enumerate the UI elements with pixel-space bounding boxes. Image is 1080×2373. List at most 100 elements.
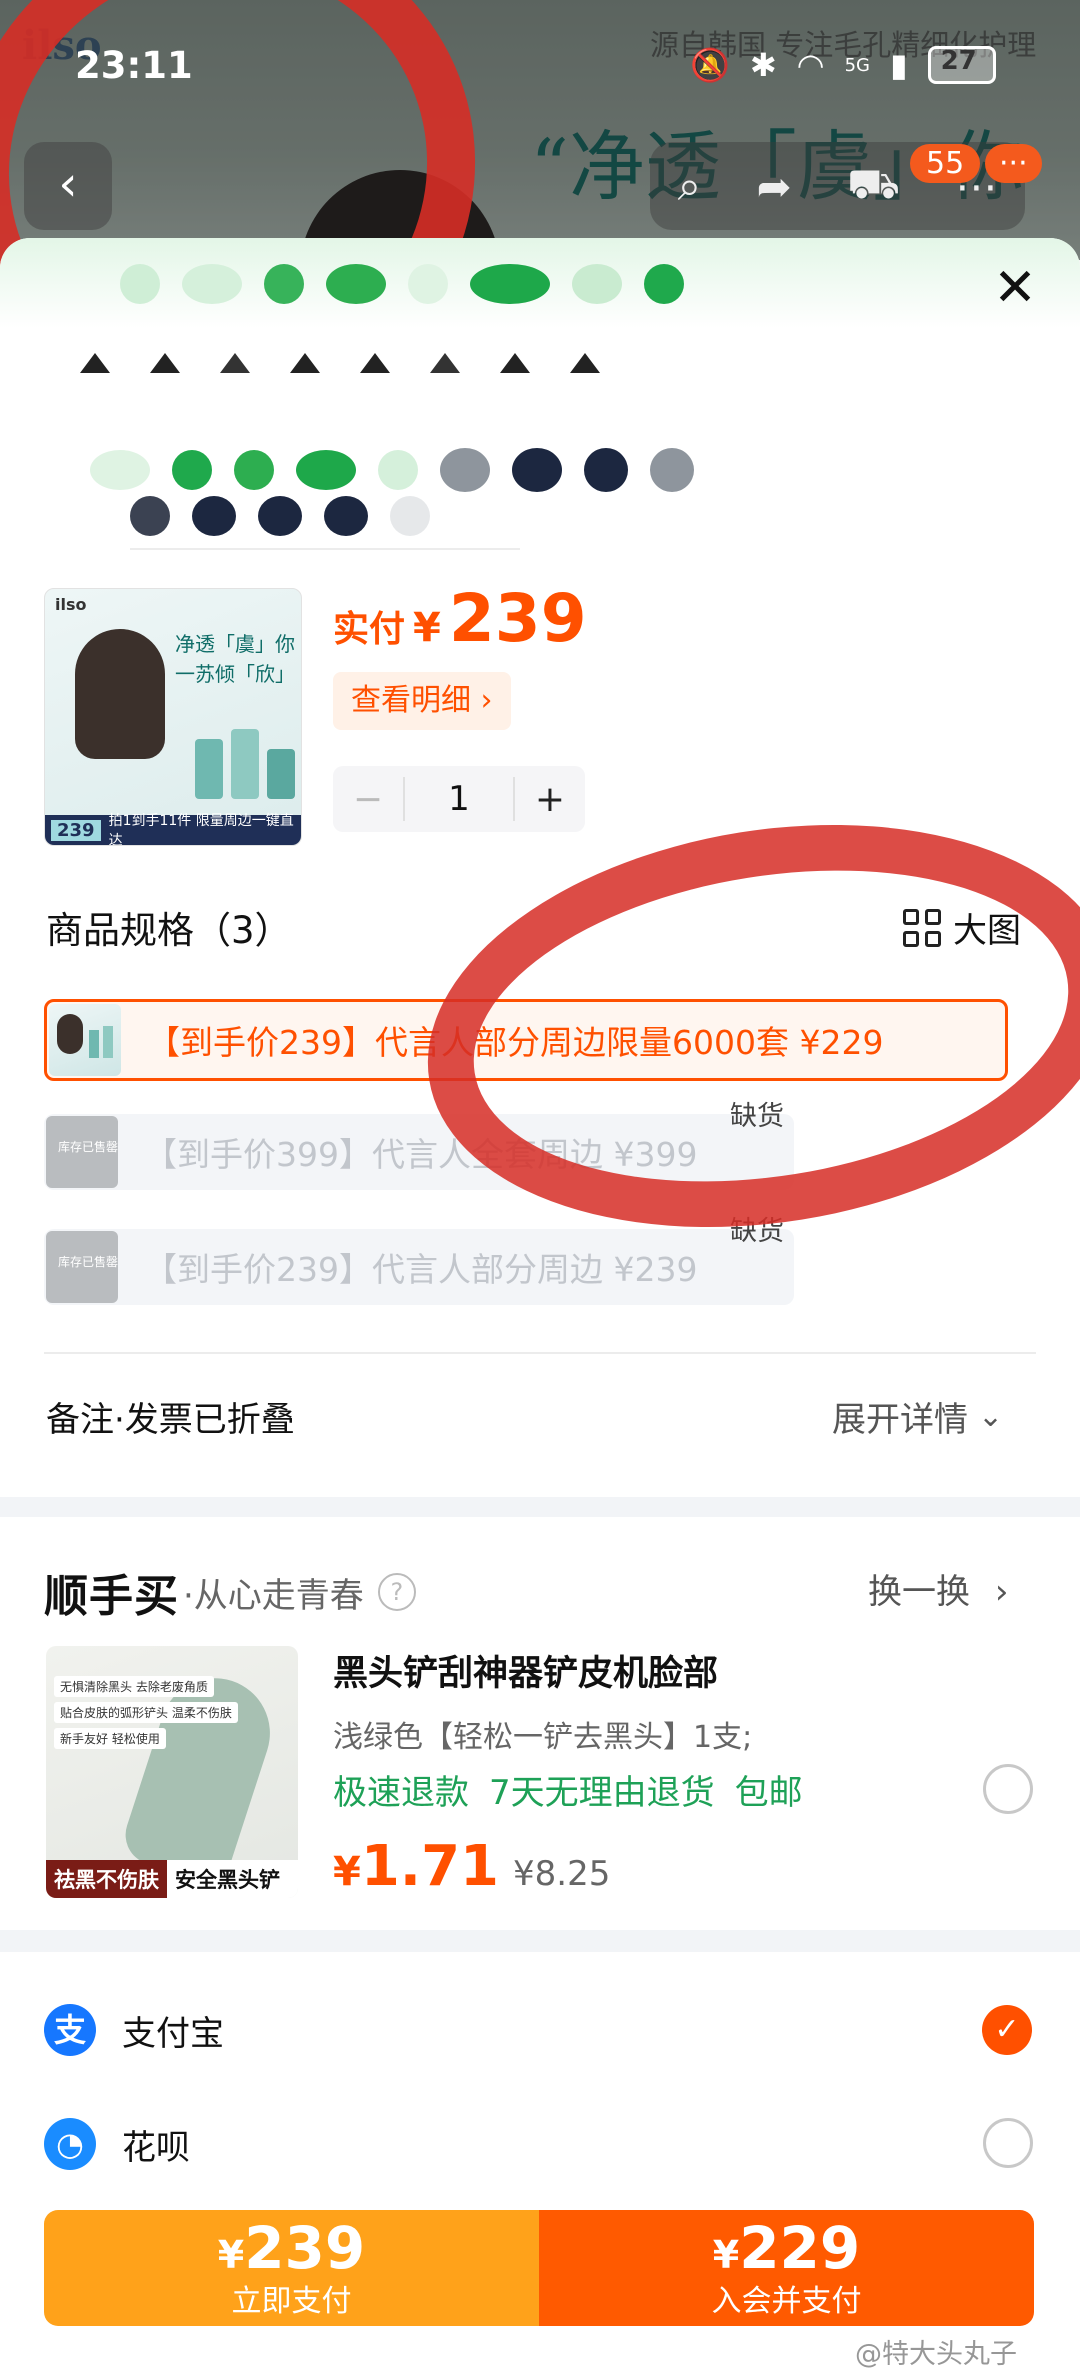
sku-thumbnail: 库存已售罄	[46, 1231, 118, 1303]
bluetooth-icon: ✱	[749, 46, 777, 84]
addon-product-name[interactable]: 黑头铲刮神器铲皮机脸部	[333, 1645, 718, 1696]
shunshoumai-header: 顺手买 ·从心走青春 ?	[44, 1560, 416, 1624]
battery-icon: 27	[927, 46, 996, 84]
thumb-model	[75, 629, 165, 759]
status-icons: 🔕 ✱ ◠ 5G ▮ 27	[690, 46, 996, 84]
payment-method-label: 支付宝	[122, 2013, 224, 2054]
battery-level: 27	[940, 46, 977, 76]
service-tag: 极速退款	[333, 1773, 469, 1813]
pay-button-bar: ¥239 立即支付 ¥229 入会并支付	[44, 2210, 1034, 2326]
chevron-right-icon: ›	[994, 1572, 1009, 1612]
obscured-text-row	[80, 353, 600, 373]
obscured-text-row	[120, 264, 684, 304]
obscured-text-row	[90, 448, 694, 492]
close-icon[interactable]: ✕	[985, 258, 1045, 318]
expand-details-button[interactable]: 展开详情 ⌄	[832, 1392, 1003, 1441]
join-and-pay-button[interactable]: ¥229 入会并支付	[539, 2210, 1034, 2326]
thumb-bottle	[195, 739, 223, 799]
thumb-banner-right: 安全黑头铲	[167, 1860, 298, 1898]
divider	[44, 1352, 1036, 1354]
paid-amount: 实付 ¥ 239	[333, 580, 587, 657]
sku-option-selected[interactable]: 【到手价239】代言人部分周边限量6000套 ¥229	[44, 999, 1008, 1081]
out-of-stock-badge: 缺货	[730, 1216, 784, 1247]
help-icon[interactable]: ?	[377, 1573, 416, 1611]
paid-currency: ¥	[413, 605, 441, 651]
decrease-button[interactable]: −	[333, 779, 403, 820]
share-icon[interactable]: ➦	[757, 162, 792, 211]
sku-thumbnail: 库存已售罄	[46, 1116, 118, 1188]
chevron-down-icon: ⌄	[978, 1399, 1004, 1434]
addon-product-thumbnail[interactable]: 无惧清除黑头 去除老废角质 贴合皮肤的弧形铲头 温柔不伤肤 新手友好 轻松使用 …	[46, 1646, 298, 1898]
section-gap	[0, 1497, 1080, 1517]
quantity-stepper: − 1 +	[333, 766, 585, 832]
swap-label: 换一换	[868, 1572, 970, 1612]
huabei-radio[interactable]	[983, 2118, 1033, 2168]
service-tag: 7天无理由退货	[489, 1773, 715, 1813]
sku-label: 【到手价239】代言人部分周边 ¥239	[144, 1250, 698, 1289]
addon-price-value: 1.71	[360, 1834, 500, 1899]
shunshoumai-logo: 顺手买	[44, 1571, 179, 1622]
blackhead-tool-image	[117, 1663, 285, 1889]
thumb-point: 无惧清除黑头 去除老废角质	[54, 1676, 214, 1697]
huabei-icon: ◔	[44, 2118, 96, 2170]
product-thumbnail[interactable]: ilso 净透「虞」你 一苏倾「欣」 239 拍1到手11件 限量周边一键直达	[44, 588, 302, 846]
shunshoumai-slogan: ·从心走青春	[183, 1575, 364, 1616]
thumb-promo: 拍1到手11件 限量周边一键直达	[108, 813, 294, 846]
addon-price: ¥ 1.71 ¥8.25	[333, 1834, 610, 1899]
weibo-watermark: @特大头丸子	[855, 2339, 1017, 2370]
cart-icon[interactable]: ⛟	[847, 159, 900, 214]
join-pay-label: 入会并支付	[711, 2283, 862, 2319]
addon-price-symbol: ¥	[333, 1849, 361, 1895]
addon-select-radio[interactable]	[983, 1764, 1033, 1814]
view-details-button[interactable]: 查看明细 ›	[333, 672, 511, 730]
thumb-price: 239	[51, 819, 101, 841]
thumb-logo: ilso	[55, 595, 87, 614]
cart-count-badge: 55	[910, 144, 981, 183]
thumb-bottle	[267, 749, 295, 799]
mute-icon: 🔕	[690, 46, 730, 84]
alipay-selected-radio[interactable]: ✓	[982, 2005, 1032, 2055]
signal-icon: ▮	[889, 46, 908, 84]
grid-icon	[903, 908, 941, 947]
obscured-text-row	[130, 496, 430, 536]
payment-method-alipay[interactable]: 支 支付宝	[44, 2004, 224, 2056]
addon-product-sku: 浅绿色【轻松一铲去黑头】1支;	[333, 1720, 753, 1755]
service-tag: 包邮	[734, 1773, 803, 1813]
sold-out-tag: 库存已售罄	[58, 1140, 118, 1154]
big-picture-toggle[interactable]: 大图	[903, 903, 1021, 952]
section-gap	[0, 1930, 1080, 1952]
paid-value: 239	[448, 580, 587, 657]
thumb-bottle	[231, 729, 259, 799]
spec-title: 商品规格（3）	[46, 909, 292, 952]
big-picture-label: 大图	[953, 911, 1021, 951]
addon-original-price: ¥8.25	[513, 1854, 611, 1894]
addon-service-tags: 极速退款 7天无理由退货 包邮	[333, 1765, 803, 1814]
out-of-stock-badge: 缺货	[730, 1101, 784, 1132]
sku-label: 【到手价239】代言人部分周边限量6000套 ¥229	[147, 1023, 884, 1062]
wifi-icon: ◠	[796, 46, 825, 84]
payment-method-huabei[interactable]: ◔ 花呗	[44, 2118, 190, 2170]
divider	[130, 548, 520, 550]
remark-invoice-label: 备注·发票已折叠	[46, 1400, 295, 1440]
increase-button[interactable]: +	[515, 779, 585, 820]
pay-now-price: ¥239	[217, 2213, 366, 2282]
more-badge: ···	[985, 144, 1042, 183]
sku-option-out-of-stock[interactable]: 库存已售罄 【到手价399】代言人全套周边 ¥399	[44, 1114, 794, 1190]
alipay-icon: 支	[44, 2004, 96, 2056]
thumb-point: 贴合皮肤的弧形铲头 温柔不伤肤	[54, 1702, 238, 1723]
swap-button[interactable]: 换一换 ›	[868, 1564, 1008, 1613]
thumb-banner-left: 祛黑不伤肤	[46, 1860, 167, 1898]
thumb-point: 新手友好 轻松使用	[54, 1728, 166, 1749]
search-icon[interactable]: ⌕	[678, 161, 702, 211]
pay-now-button[interactable]: ¥239 立即支付	[44, 2210, 539, 2326]
quantity-value[interactable]: 1	[403, 777, 515, 821]
sku-thumbnail	[49, 1004, 121, 1076]
sold-out-tag: 库存已售罄	[58, 1255, 118, 1269]
join-pay-price: ¥229	[712, 2213, 861, 2282]
paid-label: 实付	[333, 609, 406, 650]
sku-option-out-of-stock[interactable]: 库存已售罄 【到手价239】代言人部分周边 ¥239	[44, 1229, 794, 1305]
payment-method-label: 花呗	[122, 2127, 190, 2168]
expand-label: 展开详情	[832, 1400, 968, 1440]
thumb-script: 净透「虞」你 一苏倾「欣」	[175, 632, 295, 686]
sku-label: 【到手价399】代言人全套周边 ¥399	[144, 1135, 698, 1174]
